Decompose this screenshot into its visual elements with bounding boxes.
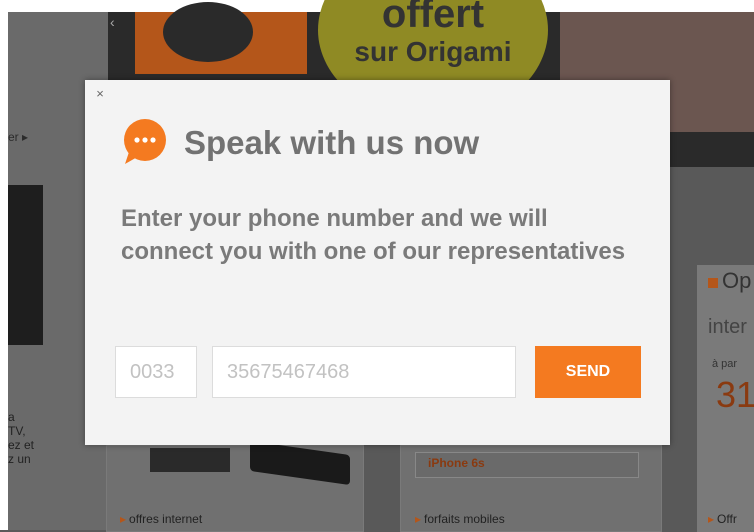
link-arrow-icon: ▸ bbox=[120, 512, 127, 526]
phone-number-input[interactable] bbox=[212, 346, 516, 398]
country-code-input[interactable] bbox=[115, 346, 197, 398]
offer-inter: inter bbox=[708, 316, 747, 338]
left-strip bbox=[0, 12, 8, 530]
chat-bubble-icon bbox=[124, 119, 166, 164]
product-device-box bbox=[150, 448, 230, 472]
link-arrow-icon: ▸ bbox=[415, 512, 422, 526]
send-button[interactable]: SEND bbox=[535, 346, 641, 398]
link-offres-internet[interactable]: ▸ offres internet bbox=[120, 512, 202, 526]
link-arrow-icon: ▸ bbox=[708, 512, 715, 526]
offer-square-icon bbox=[708, 278, 718, 288]
left-product-photo bbox=[8, 185, 43, 345]
offer-price: 31 bbox=[716, 374, 754, 415]
offer-label: Op bbox=[722, 268, 752, 293]
offer-apart: à par bbox=[712, 358, 738, 370]
modal-title: Speak with us now bbox=[184, 124, 480, 161]
banner-line-2: sur Origami bbox=[354, 36, 512, 67]
link-offres[interactable]: ▸ Offr bbox=[708, 512, 737, 526]
callback-modal: × Speak with us now Enter your phone num… bbox=[85, 80, 670, 445]
modal-description: Enter your phone number and we will conn… bbox=[121, 205, 626, 265]
banner-bubble-shape bbox=[163, 2, 253, 62]
iphone-label: iPhone 6s bbox=[428, 456, 485, 470]
banner-line-1: offert bbox=[381, 0, 485, 36]
left-section-text: a TV, ez et z un bbox=[8, 410, 35, 466]
product-card-offer[interactable]: Op inter à par 31 bbox=[697, 265, 754, 532]
banner-prev-arrow-icon[interactable]: ‹ bbox=[110, 14, 115, 30]
close-icon[interactable]: × bbox=[94, 87, 106, 101]
link-forfaits-mobiles[interactable]: ▸ forfaits mobiles bbox=[415, 512, 505, 526]
banner-orange-block bbox=[135, 2, 307, 74]
left-section-label: er ▸ bbox=[8, 130, 29, 144]
